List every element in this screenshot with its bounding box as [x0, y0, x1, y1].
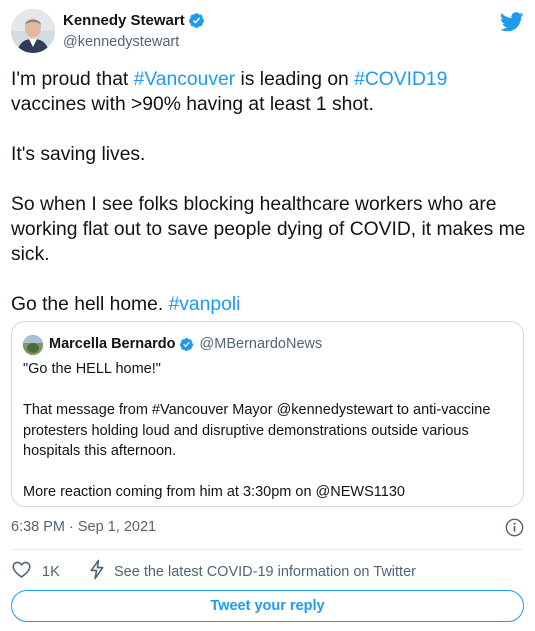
tweet-text-segment: So when I see folks blocking healthcare … — [11, 194, 526, 265]
tweet-paragraph: I'm proud that #Vancouver is leading on … — [11, 67, 526, 117]
tweet-text-segment: is leading on — [235, 69, 355, 90]
quoted-tweet-text: "Go the HELL home!" That message from #V… — [23, 359, 518, 503]
lightning-icon — [88, 559, 106, 585]
quoted-author-row: Marcella Bernardo @MBernardoNews — [49, 336, 322, 352]
heart-icon — [11, 559, 32, 585]
author-name-row[interactable]: Kennedy Stewart — [63, 12, 205, 29]
quoted-tweet[interactable]: Marcella Bernardo @MBernardoNews "Go the… — [11, 321, 524, 507]
tweet-text-segment: I'm proud that — [11, 69, 134, 90]
tweet-paragraph: So when I see folks blocking healthcare … — [11, 192, 526, 267]
tweet-timestamp[interactable]: 6:38 PM · Sep 1, 2021 — [11, 519, 156, 535]
quoted-paragraph: That message from #Vancouver Mayor @kenn… — [23, 402, 491, 459]
tweet-text-segment: vaccines with >90% having at least 1 sho… — [11, 94, 374, 115]
author-avatar[interactable] — [11, 9, 55, 53]
tweet-paragraph: It's saving lives. — [11, 142, 526, 167]
hashtag-link[interactable]: #Vancouver — [134, 69, 235, 90]
quoted-paragraph: More reaction coming from him at 3:30pm … — [23, 484, 405, 500]
like-count: 1K — [42, 564, 60, 580]
like-button[interactable]: 1K — [11, 559, 60, 585]
hashtag-link[interactable]: #COVID19 — [354, 69, 447, 90]
twitter-bird-icon[interactable] — [499, 12, 524, 32]
tweet-text-segment: Go the hell home. — [11, 294, 169, 315]
verified-badge-icon — [188, 12, 205, 29]
author-handle[interactable]: @kennedystewart — [63, 34, 179, 50]
divider — [11, 549, 524, 550]
hashtag-link[interactable]: #vanpoli — [169, 294, 241, 315]
tweet-text-segment: It's saving lives. — [11, 144, 146, 165]
covid-info-link[interactable]: See the latest COVID-19 information on T… — [88, 559, 416, 585]
quoted-author-name: Marcella Bernardo — [49, 336, 176, 352]
author-name[interactable]: Kennedy Stewart — [63, 12, 185, 29]
info-icon[interactable] — [505, 518, 524, 537]
verified-badge-icon — [179, 337, 194, 352]
tweet-your-reply-button[interactable]: Tweet your reply — [11, 590, 524, 622]
quoted-paragraph: "Go the HELL home!" — [23, 361, 161, 377]
tweet-text: I'm proud that #Vancouver is leading on … — [11, 67, 526, 317]
tweet-embed-card: Kennedy Stewart @kennedystewart I'm prou… — [0, 0, 535, 631]
quoted-author-handle: @MBernardoNews — [199, 336, 323, 352]
covid-info-text: See the latest COVID-19 information on T… — [114, 564, 416, 580]
quoted-author-avatar — [23, 335, 43, 355]
tweet-paragraph: Go the hell home. #vanpoli — [11, 292, 526, 317]
